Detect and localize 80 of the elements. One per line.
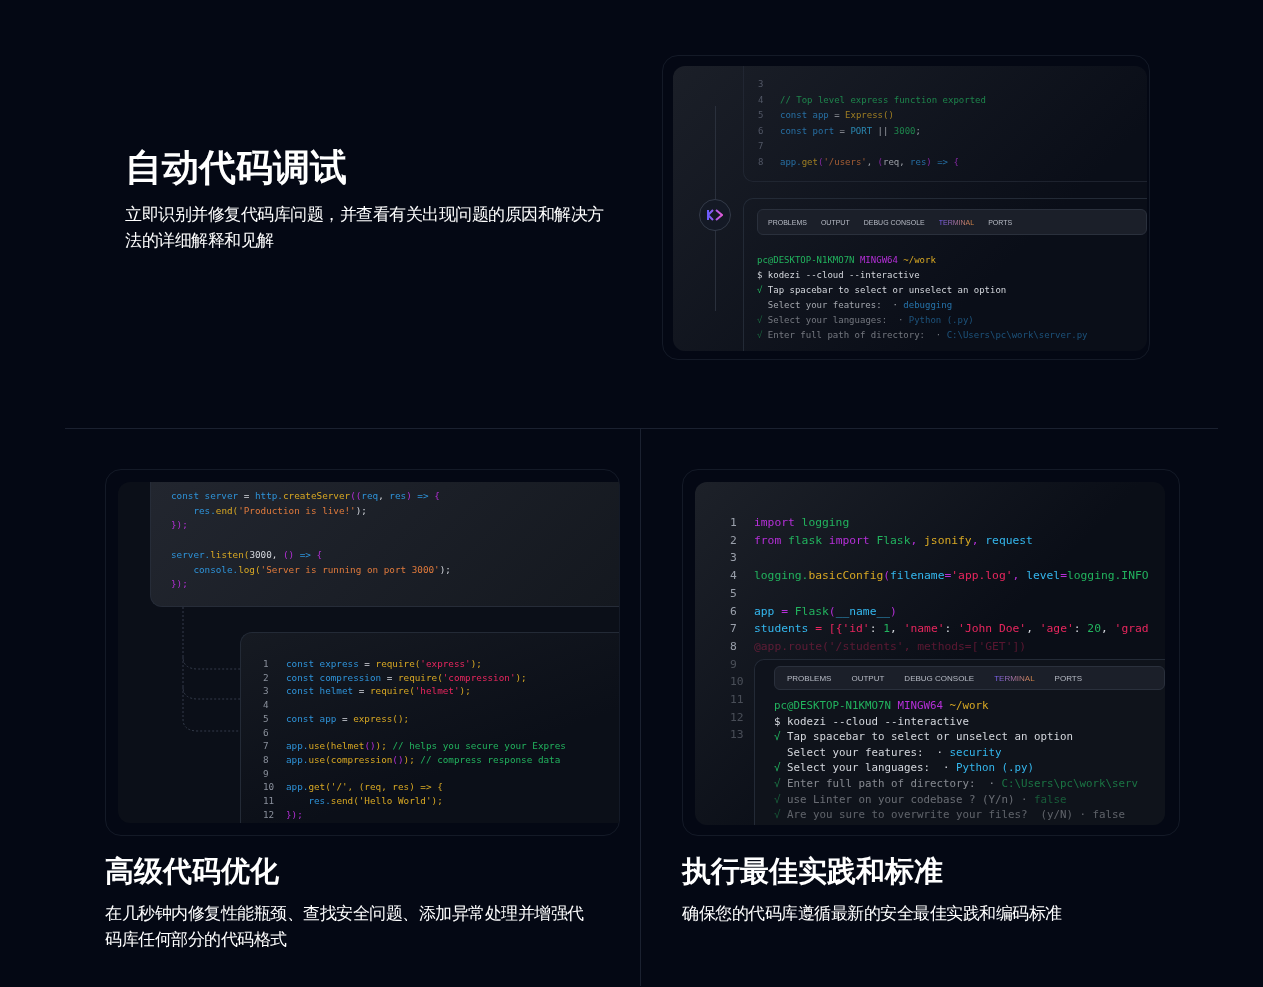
terminal-line: √ Enter full path of directory: · C:\Users\pc\work\server.py	[757, 329, 1088, 342]
terminal-line: √ Select your languages: · Python (.py)	[774, 760, 1035, 776]
line-number: 4	[758, 93, 765, 107]
line-number: 1	[730, 515, 738, 531]
code-line: // Top level express function exported	[780, 93, 986, 107]
line-number: 8	[730, 638, 738, 655]
terminal-line: pc@DESKTOP-N1KMO7N MINGW64 ~/work	[774, 698, 989, 714]
code-line: app = Flask(__name__)	[754, 603, 897, 620]
line-number: 7	[263, 739, 270, 753]
code-line: @app.route('/students', methods=['GET'])	[754, 638, 1027, 655]
code-line: console.log('Server is running on port 3000');	[192, 562, 451, 577]
code-line: const app = express();	[286, 711, 410, 726]
section-description: 确保您的代码库遵循最新的安全最佳实践和编码标准	[682, 902, 1063, 925]
line-number: 4	[263, 698, 270, 712]
code-line: logging.basicConfig(filename='app.log', level=logging.INFO	[754, 568, 1149, 585]
line-number: 5	[758, 109, 765, 122]
section-title: 高级代码优化	[105, 854, 280, 889]
line-number: 12	[730, 709, 745, 726]
code-line: });	[171, 518, 188, 533]
code-line: res.end('Production is live!');	[192, 503, 367, 518]
code-line: app.get('/', (req, res) => {	[286, 780, 443, 795]
terminal-line: √ Tap spacebar to select or unselect an option	[774, 729, 1074, 745]
code-line: });	[171, 577, 188, 592]
panel-tab[interactable]: PROBLEMS	[787, 673, 832, 683]
line-number: 3	[263, 684, 270, 699]
logo-icon	[699, 199, 731, 231]
line-number: 8	[263, 752, 270, 767]
code-line: const express = require('express');	[286, 657, 482, 671]
line-number: 5	[263, 711, 270, 726]
line-number: 6	[263, 725, 270, 740]
terminal-line: pc@DESKTOP-N1KMO7N MINGW64 ~/work	[757, 254, 936, 267]
line-number: 7	[730, 621, 738, 638]
code-line: app.use(helmet()); // helps you secure your Expres	[286, 739, 566, 753]
line-number: 11	[263, 794, 276, 808]
code-line: app.use(compression()); // compress response data	[286, 752, 561, 767]
code-line: const app = Express()	[780, 109, 894, 122]
code-line: const server = http.createServer((req, res) => {	[171, 489, 440, 503]
terminal-line: $ kodezi --cloud --interactive	[774, 713, 969, 730]
line-number: 11	[730, 692, 745, 709]
section-title: 自动代码调试	[125, 146, 348, 190]
line-number: 3	[730, 550, 738, 567]
terminal-line: √ Are you sure to overwrite your files? (y/N) · false	[774, 807, 1126, 823]
line-number: 12	[263, 807, 276, 822]
line-number: 7	[758, 140, 765, 153]
line-number: 10	[263, 780, 276, 795]
code-line: from flask import Flask, jsonify, request	[754, 532, 1033, 549]
code-line: server.listen(3000, () => {	[171, 547, 323, 562]
code-line: const port = PORT || 3000;	[780, 124, 921, 138]
terminal-line: √ Enter full path of directory: · C:\Users\pc\work\serv	[774, 775, 1139, 792]
code-line: const helmet = require('helmet');	[286, 684, 471, 699]
code-line: app.get('/users', (req, res) => {	[780, 155, 959, 169]
terminal-line: √ Select your languages: · Python (.py)	[757, 314, 974, 327]
line-number: 6	[758, 124, 765, 138]
panel-tab[interactable]: DEBUG CONSOLE	[904, 673, 975, 683]
terminal-line: Select your features: · debugging	[766, 299, 953, 312]
section-description: 立即识别并修复代码库问题，并查看有关出现问题的原因和解决方法的详细解释和见解	[125, 204, 605, 253]
code-line: import logging	[754, 515, 850, 531]
code-line: });	[286, 807, 303, 822]
line-number: 9	[263, 766, 270, 781]
connector-line	[182, 686, 241, 732]
line-number: 5	[730, 585, 738, 602]
line-number: 6	[730, 603, 738, 620]
code-line: const compression = require('compression');	[286, 670, 527, 685]
terminal-line: √ use Linter on your codebase ? (Y/n) · false	[774, 791, 1067, 808]
section-description: 在几秒钟内修复性能瓶颈、查找安全问题、添加异常处理并增强代码库任何部分的代码格式	[105, 902, 585, 951]
line-number: 2	[730, 532, 738, 549]
line-number: 4	[730, 568, 738, 585]
code-line: res.send('Hello World');	[307, 794, 443, 808]
line-number: 13	[730, 727, 745, 744]
code-line: students = [{'id': 1, 'name': 'John Doe', 'age': 20, 'grad	[754, 621, 1149, 638]
line-number: 8	[758, 155, 765, 169]
terminal-line: √ Tap spacebar to select or unselect an option	[757, 284, 1007, 297]
panel-tab[interactable]: OUTPUT	[851, 673, 885, 683]
line-number: 10	[730, 674, 745, 691]
section-title: 执行最佳实践和标准	[682, 854, 944, 889]
terminal-line: $ kodezi --cloud --interactive	[757, 269, 920, 282]
terminal-line: Select your features: · security	[786, 744, 1002, 761]
panel-tab[interactable]: PORTS	[1054, 673, 1083, 683]
line-number: 1	[263, 657, 270, 671]
line-number: 2	[263, 670, 270, 685]
